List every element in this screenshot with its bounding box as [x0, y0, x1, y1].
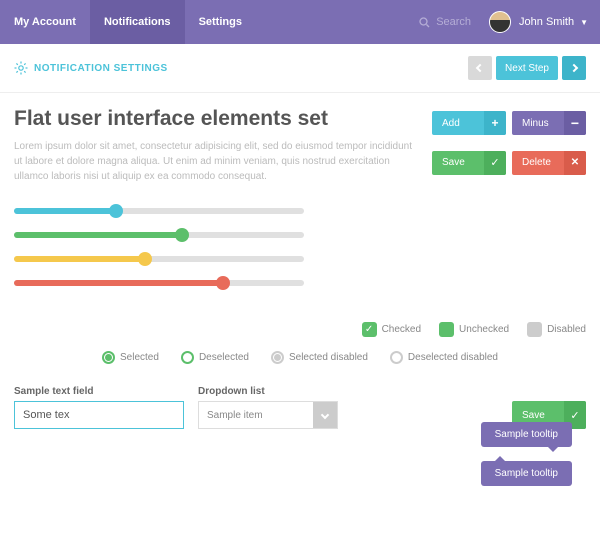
radio-icon — [181, 351, 194, 364]
slider-3[interactable] — [14, 256, 304, 262]
checkbox-row: ✓Checked Unchecked Disabled — [14, 322, 586, 337]
stepper: Next Step — [468, 56, 586, 80]
dropdown[interactable]: Sample item — [198, 401, 338, 429]
radio-icon — [271, 351, 284, 364]
top-nav: My Account Notifications Settings Search… — [0, 0, 600, 44]
search-icon — [419, 17, 430, 28]
chevron-down-icon — [313, 402, 337, 428]
radio-selected-disabled: Selected disabled — [271, 351, 368, 364]
slider-handle[interactable] — [109, 204, 123, 218]
checkbox-disabled: Disabled — [527, 322, 586, 337]
dropdown-label: Dropdown list — [198, 386, 338, 397]
radio-icon — [102, 351, 115, 364]
cross-icon: ✕ — [564, 151, 586, 175]
text-field-label: Sample text field — [14, 386, 184, 397]
radio-deselected-disabled: Deselected disabled — [390, 351, 498, 364]
search-input[interactable]: Search — [419, 16, 471, 28]
chevron-left-icon — [476, 64, 484, 72]
chevron-right-icon — [570, 64, 578, 72]
user-menu[interactable]: John Smith ▼ — [489, 11, 588, 33]
slider-handle[interactable] — [138, 252, 152, 266]
page-subtitle: NOTIFICATION SETTINGS — [14, 61, 168, 75]
minus-button[interactable]: Minus− — [512, 111, 586, 135]
tooltip-bottom: Sample tooltip — [481, 422, 572, 447]
next-step-button[interactable]: Next Step — [496, 56, 558, 80]
checkbox-checked[interactable]: ✓Checked — [362, 322, 421, 337]
plus-icon: + — [484, 111, 506, 135]
checkbox-icon — [439, 322, 454, 337]
delete-button[interactable]: Delete✕ — [512, 151, 586, 175]
checkbox-unchecked[interactable]: Unchecked — [439, 322, 509, 337]
action-buttons: Add+ Minus− Save✓ Delete✕ — [432, 111, 586, 184]
next-step-arrow-button[interactable] — [562, 56, 586, 80]
avatar — [489, 11, 511, 33]
save-button[interactable]: Save✓ — [432, 151, 506, 175]
text-field[interactable] — [14, 401, 184, 429]
nav-settings[interactable]: Settings — [185, 0, 256, 44]
radio-row: Selected Deselected Selected disabled De… — [14, 351, 586, 364]
radio-icon — [390, 351, 403, 364]
slider-1[interactable] — [14, 208, 304, 214]
slider-2[interactable] — [14, 232, 304, 238]
minus-icon: − — [564, 111, 586, 135]
sliders-group — [14, 208, 304, 304]
slider-4[interactable] — [14, 280, 304, 286]
sub-header: NOTIFICATION SETTINGS Next Step — [0, 44, 600, 93]
search-label: Search — [436, 16, 471, 28]
checkbox-icon — [527, 322, 542, 337]
caret-down-icon: ▼ — [580, 18, 588, 27]
nav-my-account[interactable]: My Account — [0, 0, 90, 44]
radio-selected[interactable]: Selected — [102, 351, 159, 364]
nav-notifications[interactable]: Notifications — [90, 0, 185, 44]
user-name: John Smith — [519, 16, 574, 28]
radio-deselected[interactable]: Deselected — [181, 351, 249, 364]
prev-step-button[interactable] — [468, 56, 492, 80]
add-button[interactable]: Add+ — [432, 111, 506, 135]
page-title: Flat user interface elements set — [14, 107, 416, 131]
description-text: Lorem ipsum dolor sit amet, consectetur … — [14, 139, 416, 184]
gear-icon — [14, 61, 28, 75]
slider-handle[interactable] — [216, 276, 230, 290]
tooltip-top: Sample tooltip — [481, 461, 572, 486]
slider-handle[interactable] — [175, 228, 189, 242]
checkbox-icon: ✓ — [362, 322, 377, 337]
check-icon: ✓ — [484, 151, 506, 175]
